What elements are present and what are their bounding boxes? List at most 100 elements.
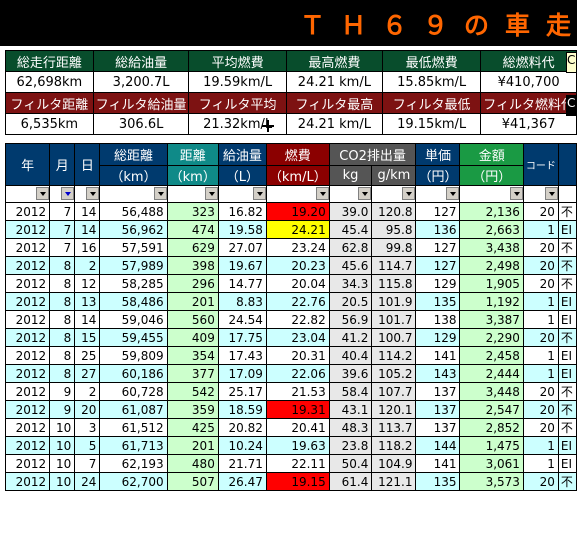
summary-value[interactable]: 24.21 km/L [285, 113, 384, 135]
cell-day[interactable]: 7 [74, 454, 101, 473]
cell-year[interactable]: 2012 [4, 274, 51, 293]
cell-extra[interactable]: EI [557, 364, 577, 383]
col-header-year[interactable]: 年 [4, 143, 51, 186]
col-header-month[interactable]: 月 [49, 143, 76, 186]
cell-unit-price[interactable]: 141 [415, 346, 461, 365]
cell-co2-kg[interactable]: 50.4 [328, 454, 373, 473]
cell-unit-price[interactable]: 135 [415, 292, 461, 311]
cell-co2-gkm[interactable]: 101.9 [371, 292, 417, 311]
col-header-unit-price[interactable]: 単価 [415, 143, 461, 166]
filter-dropdown-icon[interactable] [358, 187, 371, 200]
cell-amount[interactable]: 3,061 [459, 454, 524, 473]
cell-co2-gkm[interactable]: 95.8 [371, 220, 417, 239]
cell-extra[interactable]: EI [557, 454, 577, 473]
cell-day[interactable]: 12 [74, 274, 101, 293]
cell-fuel[interactable]: 21.71 [217, 454, 267, 473]
cell-efficiency[interactable]: 19.20 [265, 202, 330, 221]
cell-year[interactable]: 2012 [4, 220, 51, 239]
cell-year[interactable]: 2012 [4, 364, 51, 383]
cell-amount[interactable]: 2,498 [459, 256, 524, 275]
cell-year[interactable]: 2012 [4, 238, 51, 257]
cell-efficiency[interactable]: 24.21 [265, 220, 330, 239]
cell-efficiency[interactable]: 20.04 [265, 274, 330, 293]
cell-total-distance[interactable]: 61,512 [99, 418, 168, 437]
cell-amount[interactable]: 2,852 [459, 418, 524, 437]
cell-extra[interactable]: 不 [557, 418, 577, 437]
cell-amount[interactable]: 2,458 [459, 346, 524, 365]
cell-efficiency[interactable]: 20.31 [265, 346, 330, 365]
col-unit-co2-gkm[interactable]: g/km [371, 165, 417, 186]
summary-value[interactable]: ¥410,700 [480, 71, 577, 93]
cell-total-distance[interactable]: 57,591 [99, 238, 168, 257]
cell-code[interactable]: 1 [522, 364, 559, 383]
cell-amount[interactable]: 1,905 [459, 274, 524, 293]
filter-dropdown-icon[interactable] [544, 187, 558, 200]
cell-amount[interactable]: 1,192 [459, 292, 524, 311]
cell-distance[interactable]: 409 [166, 328, 219, 347]
cell-co2-gkm[interactable]: 121.1 [371, 472, 417, 491]
cell-total-distance[interactable]: 58,285 [99, 274, 168, 293]
cell-efficiency[interactable]: 22.11 [265, 454, 330, 473]
cell-fuel[interactable]: 27.07 [217, 238, 267, 257]
cell-code[interactable]: 20 [522, 418, 559, 437]
cell-co2-gkm[interactable]: 114.2 [371, 346, 417, 365]
cell-month[interactable]: 8 [49, 364, 76, 383]
cell-month[interactable]: 8 [49, 292, 76, 311]
cell-month[interactable]: 8 [49, 256, 76, 275]
col-unit-amount[interactable]: （円） [459, 165, 524, 186]
cell-day[interactable]: 25 [74, 346, 101, 365]
cell-unit-price[interactable]: 138 [415, 310, 461, 329]
cell-efficiency[interactable]: 22.06 [265, 364, 330, 383]
cell-unit-price[interactable]: 129 [415, 328, 461, 347]
cell-co2-kg[interactable]: 61.4 [328, 472, 373, 491]
cell-total-distance[interactable]: 59,809 [99, 346, 168, 365]
cell-code[interactable]: 1 [522, 454, 559, 473]
cell-efficiency[interactable]: 19.15 [265, 472, 330, 491]
cell-code[interactable]: 20 [522, 202, 559, 221]
summary-value[interactable]: 24.21 km/L [285, 71, 384, 93]
cell-extra[interactable]: 不 [557, 256, 577, 275]
summary-value[interactable]: 62,698km [5, 71, 94, 93]
cell-total-distance[interactable]: 56,962 [99, 220, 168, 239]
cell-co2-gkm[interactable]: 104.9 [371, 454, 417, 473]
cell-total-distance[interactable]: 60,186 [99, 364, 168, 383]
col-unit-distance[interactable]: （km） [166, 165, 219, 186]
cell-year[interactable]: 2012 [4, 346, 51, 365]
cell-extra[interactable]: 不 [557, 274, 577, 293]
col-header-distance[interactable]: 距離 [166, 143, 219, 166]
cell-co2-gkm[interactable]: 115.8 [371, 274, 417, 293]
cell-day[interactable]: 14 [74, 310, 101, 329]
cell-distance[interactable]: 398 [166, 256, 219, 275]
cell-month[interactable]: 8 [49, 274, 76, 293]
cell-year[interactable]: 2012 [4, 436, 51, 455]
cell-co2-gkm[interactable]: 120.8 [371, 202, 417, 221]
cell-efficiency[interactable]: 22.82 [265, 310, 330, 329]
cell-day[interactable]: 5 [74, 436, 101, 455]
cell-distance[interactable]: 480 [166, 454, 219, 473]
summary-value[interactable]: 15.85km/L [382, 71, 482, 93]
cell-total-distance[interactable]: 56,488 [99, 202, 168, 221]
cell-co2-gkm[interactable]: 101.7 [371, 310, 417, 329]
cell-co2-kg[interactable]: 48.3 [328, 418, 373, 437]
filter-dropdown-icon[interactable] [153, 187, 167, 200]
cell-code[interactable]: 20 [522, 274, 559, 293]
col-header-day[interactable]: 日 [74, 143, 101, 186]
cell-fuel[interactable]: 20.82 [217, 418, 267, 437]
cell-distance[interactable]: 542 [166, 382, 219, 401]
cell-co2-kg[interactable]: 39.0 [328, 202, 373, 221]
cell-code[interactable]: 1 [522, 436, 559, 455]
cell-unit-price[interactable]: 129 [415, 274, 461, 293]
cell-unit-price[interactable]: 137 [415, 382, 461, 401]
cell-fuel[interactable]: 16.82 [217, 202, 267, 221]
cell-total-distance[interactable]: 62,700 [99, 472, 168, 491]
cell-code[interactable]: 20 [522, 400, 559, 419]
cell-total-distance[interactable]: 61,713 [99, 436, 168, 455]
filter-dropdown-icon[interactable] [252, 187, 266, 200]
cell-day[interactable]: 15 [74, 328, 101, 347]
cell-efficiency[interactable]: 23.04 [265, 328, 330, 347]
cell-fuel[interactable]: 19.67 [217, 256, 267, 275]
summary-label[interactable]: 総走行距離 [5, 50, 94, 72]
cell-co2-kg[interactable]: 56.9 [328, 310, 373, 329]
cell-fuel[interactable]: 10.24 [217, 436, 267, 455]
cell-fuel[interactable]: 19.58 [217, 220, 267, 239]
